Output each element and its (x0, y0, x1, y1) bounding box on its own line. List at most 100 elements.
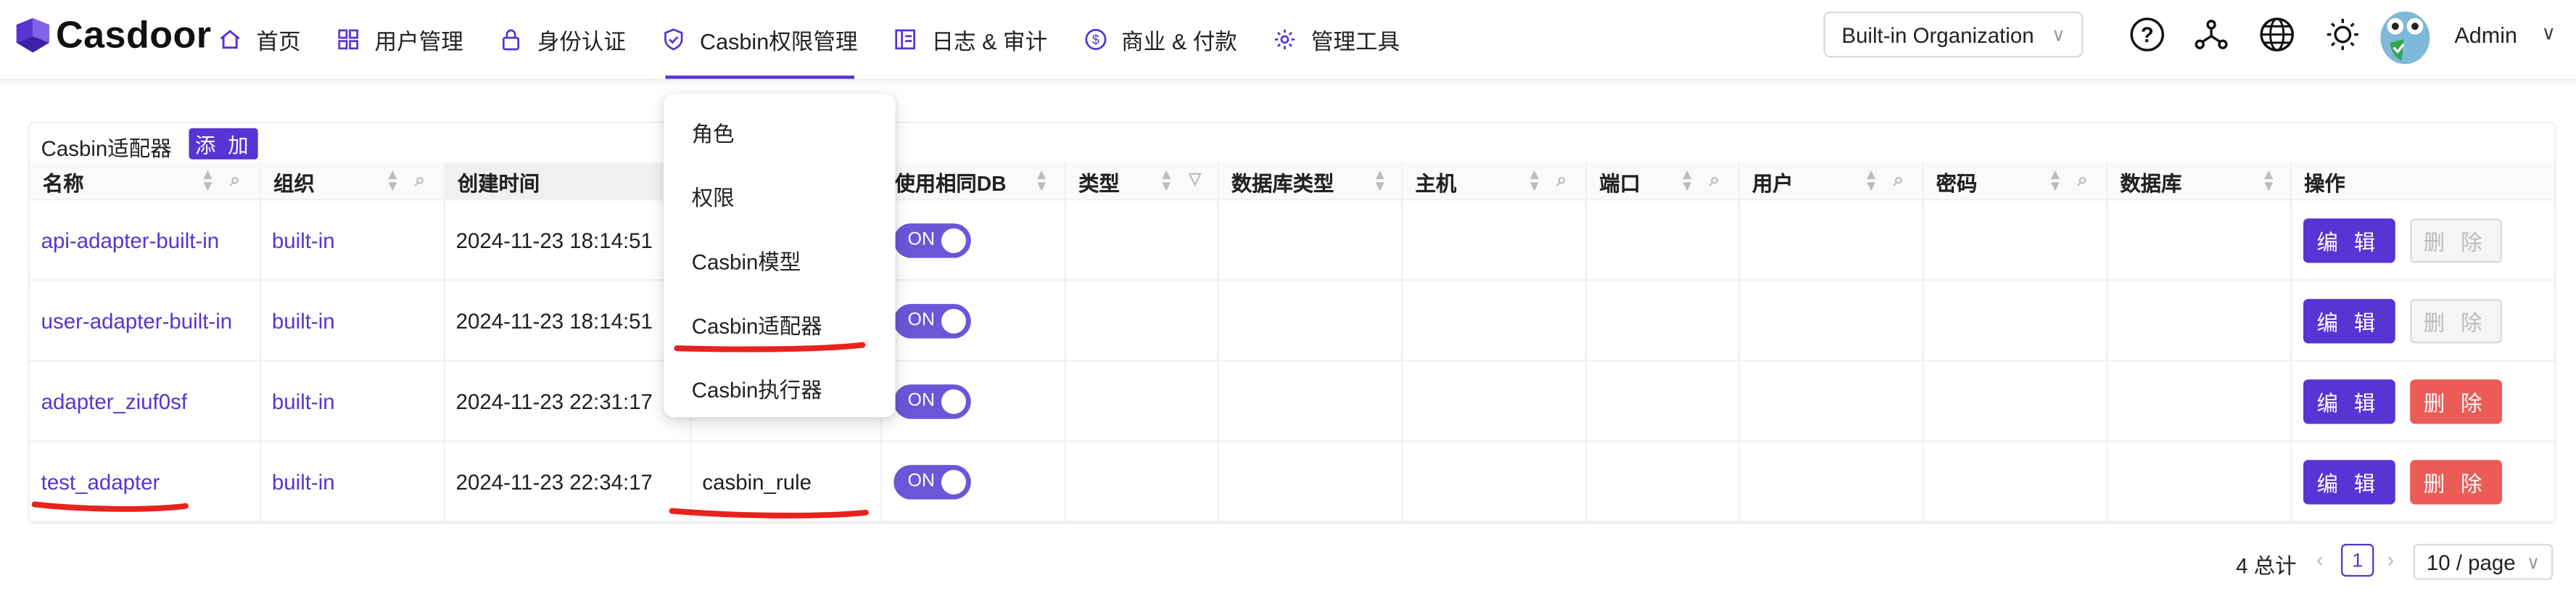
column-header-organization[interactable]: 组织 ▲ ▼ ⌕ (259, 162, 445, 201)
edit-button[interactable]: 编 辑 (2302, 459, 2395, 504)
adapter-name-link[interactable]: adapter_ziuf0sf (29, 360, 261, 442)
use-same-db-toggle[interactable]: ON (893, 302, 970, 338)
host-cell (1401, 360, 1587, 442)
sort-icon[interactable]: ▲ ▼ (1527, 167, 1542, 193)
delete-button[interactable]: 删 除 (2409, 459, 2501, 504)
next-page-icon[interactable]: › (2387, 547, 2394, 571)
help-icon[interactable]: ? (2129, 17, 2166, 53)
menu-item-admin-tools[interactable]: 管理工具 (1255, 0, 1418, 79)
delete-button[interactable]: 删 除 (2409, 298, 2501, 343)
chevron-down-icon: ∨ (2052, 25, 2065, 46)
delete-button[interactable]: 删 除 (2409, 218, 2501, 263)
database-cell (2106, 360, 2291, 442)
sort-icon[interactable]: ▲ ▼ (1680, 167, 1694, 193)
menu-item-home[interactable]: 首页 (200, 0, 318, 79)
filter-icon[interactable]: ▽ (1189, 169, 1201, 192)
table-row: test_adapter built-in 2024-11-23 22:34:1… (29, 441, 2556, 523)
sort-icon[interactable]: ▲ ▼ (2261, 167, 2276, 193)
menu-item-label: 身份认证 (537, 29, 627, 54)
use-same-db-toggle[interactable]: ON (893, 222, 970, 257)
sort-icon[interactable]: ▲ ▼ (385, 167, 400, 193)
database-cell (2106, 199, 2291, 281)
use-same-db-toggle[interactable]: ON (893, 383, 970, 418)
avatar[interactable] (2377, 7, 2433, 66)
actions-cell: 编 辑删 除 (2290, 280, 2556, 362)
add-button[interactable]: 添 加 (189, 128, 258, 160)
user-cell (1738, 360, 1923, 442)
column-header-database[interactable]: 数据库 ▲ ▼ (2106, 162, 2291, 201)
gear-icon (1273, 28, 1297, 51)
table-header: 名称 ▲▼ ⌕ 组织 ▲▼ ⌕ 创建时间 表 使用相同DB ▲▼ 类型 ▲▼ ▽… (29, 162, 2556, 201)
edit-button[interactable]: 编 辑 (2302, 298, 2395, 343)
search-icon[interactable]: ⌕ (1709, 169, 1720, 192)
host-cell (1401, 199, 1587, 281)
actions-cell: 编 辑删 除 (2290, 360, 2556, 442)
prev-page-icon[interactable]: ‹ (2316, 547, 2324, 571)
submenu-item-permissions[interactable]: 权限 (692, 181, 735, 212)
column-header-password[interactable]: 密码 ▲ ▼ ⌕ (1922, 162, 2108, 201)
submenu-item-casbin-enforcers[interactable]: Casbin执行器 (692, 373, 822, 404)
sort-icon[interactable]: ▲ ▼ (1034, 167, 1049, 193)
column-header-user[interactable]: 用户 ▲ ▼ ⌕ (1738, 162, 1923, 201)
menu-item-business-payment[interactable]: $ 商业 & 付款 (1065, 0, 1255, 79)
adapter-name-link[interactable]: test_adapter (29, 441, 261, 523)
menu-item-label: 商业 & 付款 (1121, 29, 1237, 54)
submenu-item-roles[interactable]: 角色 (692, 117, 735, 148)
table-row: adapter_ziuf0sf built-in 2024-11-23 22:3… (29, 360, 2556, 442)
column-header-type[interactable]: 类型 ▲ ▼ ▽ (1064, 162, 1218, 201)
actions-cell: 编 辑删 除 (2290, 441, 2556, 523)
use-same-db-cell: ON (880, 280, 1066, 362)
user-name[interactable]: Admin (2454, 23, 2517, 48)
column-header-created-time[interactable]: 创建时间 (443, 162, 691, 201)
main-menu: 首页 用户管理 身份认证 Casbin权限管理 日志 & 审计 $ 商业 & 付… (200, 0, 1418, 79)
search-icon[interactable]: ⌕ (2077, 169, 2087, 192)
menu-item-authentication[interactable]: 身份认证 (482, 0, 644, 79)
sort-icon[interactable]: ▲ ▼ (1373, 167, 1387, 193)
organization-link[interactable]: built-in (259, 280, 445, 362)
organization-link[interactable]: built-in (259, 360, 445, 442)
use-same-db-cell: ON (880, 360, 1066, 442)
sort-icon[interactable]: ▲ ▼ (1864, 167, 1878, 193)
password-cell (1922, 441, 2108, 523)
port-cell (1585, 360, 1739, 442)
menu-item-casbin-permissions[interactable]: Casbin权限管理 (644, 0, 875, 79)
organization-link[interactable]: built-in (259, 441, 445, 523)
adapter-name-link[interactable]: api-adapter-built-in (29, 199, 261, 281)
page-size-select[interactable]: 10 / page ∨ (2413, 543, 2554, 580)
submenu-item-casbin-models[interactable]: Casbin模型 (692, 245, 801, 276)
menu-item-user-management[interactable]: 用户管理 (318, 0, 481, 79)
adapter-name-link[interactable]: user-adapter-built-in (29, 280, 261, 362)
adapters-card: Casbin适配器 添 加 名称 ▲ ▼ ⌕ 组织 ▲ ▼ ⌕ 创建时间 使用相… (28, 121, 2556, 524)
edit-button[interactable]: 编 辑 (2302, 379, 2395, 424)
table-name-cell: casbin_rule (690, 441, 882, 523)
search-icon[interactable]: ⌕ (1894, 169, 1904, 192)
search-icon[interactable]: ⌕ (415, 169, 425, 192)
organization-link[interactable]: built-in (259, 199, 445, 281)
delete-button[interactable]: 删 除 (2409, 379, 2501, 424)
globe-icon[interactable] (2259, 17, 2295, 53)
column-header-name[interactable]: 名称 ▲ ▼ ⌕ (29, 162, 261, 201)
search-icon[interactable]: ⌕ (1556, 169, 1566, 192)
casdoor-logo[interactable]: Casdoor (13, 13, 211, 57)
column-header-port[interactable]: 端口 ▲ ▼ ⌕ (1585, 162, 1739, 201)
search-icon[interactable]: ⌕ (230, 169, 240, 192)
edit-button[interactable]: 编 辑 (2302, 218, 2395, 263)
use-same-db-toggle[interactable]: ON (893, 463, 970, 499)
chevron-down-icon[interactable]: ∨ (2541, 21, 2556, 44)
grid-icon (337, 28, 360, 51)
menu-item-logs-audit[interactable]: 日志 & 审计 (875, 0, 1065, 79)
organization-select[interactable]: Built-in Organization ∨ (1823, 11, 2084, 58)
database-cell (2106, 280, 2291, 362)
menu-item-label: 首页 (256, 29, 301, 54)
column-header-database-type[interactable]: 数据库类型 ▲ ▼ (1217, 162, 1403, 201)
sun-icon[interactable] (2324, 17, 2361, 53)
page-number-current[interactable]: 1 (2341, 543, 2374, 577)
sort-icon[interactable]: ▲ ▼ (200, 167, 215, 193)
column-header-host[interactable]: 主机 ▲ ▼ ⌕ (1401, 162, 1587, 201)
log-icon (893, 28, 917, 51)
column-header-use-same-db[interactable]: 使用相同DB ▲ ▼ (880, 162, 1066, 201)
sort-icon[interactable]: ▲ ▼ (2048, 167, 2063, 193)
submenu-item-casbin-adapters[interactable]: Casbin适配器 (692, 309, 822, 340)
sort-icon[interactable]: ▲ ▼ (1159, 167, 1173, 193)
network-icon[interactable] (2193, 17, 2229, 53)
